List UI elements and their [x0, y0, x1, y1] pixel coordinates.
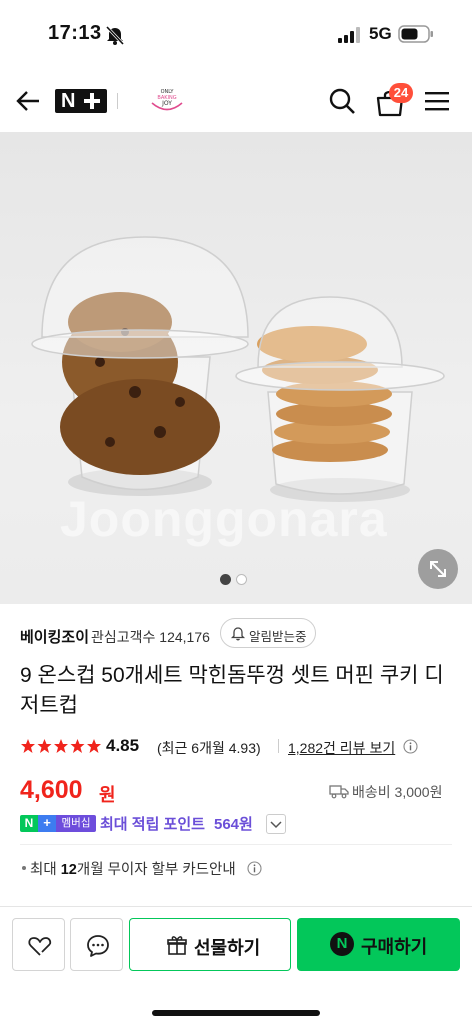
- section-divider: [20, 844, 452, 845]
- recent-rating: (최근 6개월 4.93): [157, 740, 261, 756]
- buy-button[interactable]: N 구매하기: [297, 918, 460, 971]
- naver-plus-logo[interactable]: N: [55, 89, 107, 113]
- seller-name[interactable]: 베이킹조이: [20, 626, 89, 647]
- buy-label: 구매하기: [361, 937, 428, 957]
- status-time: 17:13: [48, 22, 102, 44]
- seller-row: 베이킹조이 관심고객수 124,176 알림받는중: [0, 614, 472, 654]
- silent-bell-icon: [105, 25, 125, 46]
- review-link[interactable]: 1,282건 리뷰 보기: [288, 738, 395, 758]
- svg-text:JOY: JOY: [161, 100, 172, 107]
- chevron-down-icon: [270, 821, 282, 829]
- battery-icon: [398, 25, 433, 43]
- rating-row: 4.85 (최근 6개월 4.93) 1,282건 리뷰 보기: [0, 734, 472, 760]
- back-arrow-icon[interactable]: [14, 86, 44, 116]
- watermark: Joonggonara: [60, 491, 388, 547]
- max-points-value: 564원: [214, 816, 253, 833]
- signal-icon: [338, 27, 360, 43]
- points-expand-button[interactable]: [266, 814, 286, 834]
- cart-count-badge: 24: [389, 83, 413, 103]
- status-bar: 17:13 5G: [0, 0, 472, 70]
- installment-text: 최대 12개월 무이자 할부 카드안내: [30, 858, 236, 879]
- seller-fan-count: 관심고객수 124,176: [91, 629, 210, 645]
- price-row: 4,600 원 배송비 3,000원: [0, 774, 472, 810]
- product-title: 9 온스컵 50개세트 막힌돔뚜껑 셋트 머핀 쿠키 디저트컵: [20, 664, 444, 717]
- shipping-fee: 배송비 3,000원: [352, 784, 443, 800]
- membership-label: 멤버십: [56, 815, 96, 832]
- info-icon[interactable]: [403, 739, 418, 754]
- home-indicator: [152, 1010, 320, 1016]
- plus-badge-icon: +: [38, 815, 56, 832]
- price-value: 4,600: [20, 776, 83, 804]
- bell-icon: [230, 627, 246, 641]
- delivery-truck-icon: [329, 785, 349, 799]
- price-unit: 원: [99, 785, 116, 805]
- gift-label: 선물하기: [194, 938, 261, 958]
- pagination-dot-active[interactable]: [220, 574, 231, 585]
- installment-info-row[interactable]: 최대 12개월 무이자 할부 카드안내: [0, 855, 472, 881]
- network-type: 5G: [369, 24, 392, 43]
- search-icon[interactable]: [327, 86, 357, 116]
- notification-label: 알림받는중: [249, 630, 307, 644]
- naver-n-mark: N: [61, 90, 76, 112]
- naver-n-badge: N: [20, 815, 38, 832]
- gift-button[interactable]: 선물하기: [129, 918, 291, 971]
- naver-pay-icon: N: [330, 932, 354, 956]
- expand-image-button[interactable]: [418, 549, 458, 589]
- star-rating-icon: [21, 739, 101, 753]
- pagination-dot[interactable]: [236, 574, 247, 585]
- plus-icon: [84, 93, 100, 109]
- header-divider: [117, 93, 118, 109]
- installment-months: 12: [60, 862, 77, 878]
- carousel-pagination: [220, 574, 252, 586]
- heart-plus-icon: [28, 937, 52, 956]
- expand-arrows-icon: [430, 561, 446, 577]
- talk-talk-button[interactable]: [70, 918, 123, 971]
- app-header: N ONLY BAKING JOY 24: [0, 70, 472, 132]
- store-logo[interactable]: ONLY BAKING JOY: [146, 84, 188, 116]
- info-icon[interactable]: [247, 861, 262, 876]
- naver-plus-membership-badge: N + 멤버십: [20, 815, 96, 832]
- bottom-action-bar: 선물하기 N 구매하기: [0, 906, 472, 1024]
- gift-icon: [167, 936, 187, 955]
- points-row: N + 멤버십 최대 적립 포인트 564원: [0, 812, 472, 836]
- rating-value: 4.85: [106, 736, 140, 755]
- installment-suffix: 개월 무이자 할부 카드안내: [76, 862, 236, 878]
- rating-divider: [278, 739, 279, 753]
- product-image-carousel[interactable]: Joonggonara: [0, 132, 472, 604]
- notification-toggle-button[interactable]: 알림받는중: [220, 618, 316, 648]
- installment-prefix: 최대: [30, 862, 61, 878]
- hamburger-menu-icon[interactable]: [424, 89, 450, 113]
- bullet-dot: [22, 866, 26, 870]
- max-points-label: 최대 적립 포인트: [100, 816, 205, 833]
- chat-bubble-icon: [87, 935, 109, 957]
- wishlist-button[interactable]: [12, 918, 65, 971]
